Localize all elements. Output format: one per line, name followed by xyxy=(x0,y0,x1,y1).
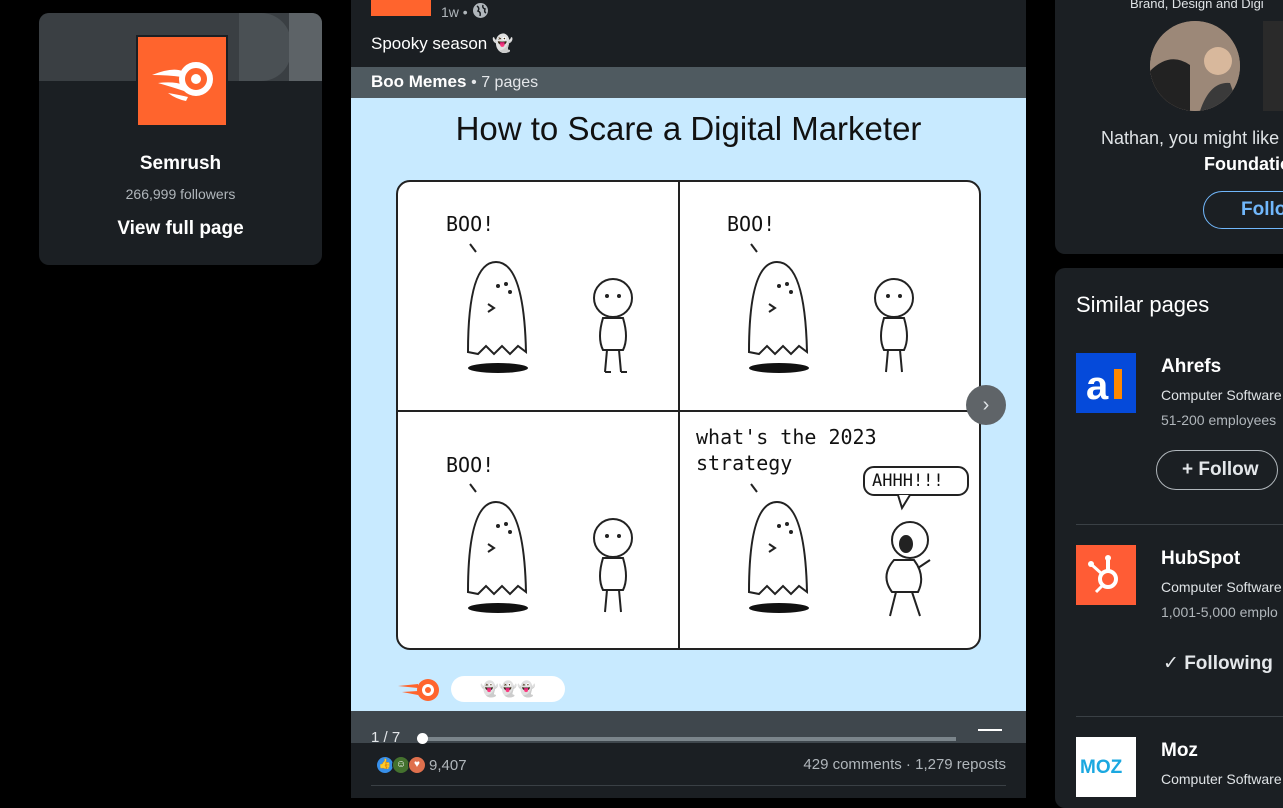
suggestion-text: Nathan, you might like xyxy=(1101,128,1280,148)
ghost-figure xyxy=(466,243,528,373)
panel-4-text: what's the 2023 strategy xyxy=(696,425,877,475)
svg-text:MOZ: MOZ xyxy=(1080,757,1123,778)
checkmark-icon: ✓ xyxy=(1163,653,1185,674)
similar-page-industry: Computer Software xyxy=(1161,771,1282,787)
similar-page-industry: Computer Software xyxy=(1161,387,1282,403)
reactions[interactable]: 👍 ☺ ♥ 9,407 xyxy=(371,756,467,774)
person-figure xyxy=(593,278,633,373)
document-header: Boo Memes • 7 pages xyxy=(351,67,1026,98)
globe-icon xyxy=(472,2,489,22)
panel-1-text: BOO! xyxy=(446,212,495,236)
suggestion-avatar[interactable] xyxy=(1150,21,1240,111)
suggestion-page-name[interactable]: Foundatio xyxy=(1204,154,1283,175)
progress-knob[interactable] xyxy=(417,733,428,744)
fullscreen-icon[interactable] xyxy=(978,729,1002,745)
similar-pages-heading: Similar pages xyxy=(1076,292,1210,317)
next-slide-button[interactable]: › xyxy=(966,385,1006,425)
similar-page-employees: 1,001-5,000 emplo xyxy=(1161,604,1278,620)
view-full-page-link[interactable]: View full page xyxy=(39,218,322,240)
similar-pages-card: Similar pages a Ahrefs Computer Software… xyxy=(1055,268,1283,808)
similar-page-employees: 51-200 employees xyxy=(1161,412,1277,428)
ahrefs-logo-icon[interactable]: a xyxy=(1076,353,1136,413)
love-reaction-icon: ♥ xyxy=(408,756,426,774)
similar-page-name[interactable]: Moz xyxy=(1161,740,1198,762)
similar-divider xyxy=(1076,716,1283,717)
post-meta: 1w • xyxy=(441,2,489,22)
company-card: Semrush 266,999 followers View full page xyxy=(39,13,322,265)
comic-title: How to Scare a Digital Marketer xyxy=(455,110,922,147)
post-time: 1w • xyxy=(441,4,468,20)
panel-3-text: BOO! xyxy=(446,453,495,477)
svg-text:a: a xyxy=(1086,364,1109,408)
follow-ahrefs-button[interactable]: + Follow xyxy=(1156,450,1278,490)
document-title: Boo Memes xyxy=(371,72,467,91)
plus-icon: + xyxy=(1182,459,1199,480)
post-caption: Spooky season 👻 xyxy=(371,34,514,53)
following-hubspot-button[interactable]: ✓ Following xyxy=(1163,652,1273,675)
page-indicator: 1 / 7 xyxy=(371,729,401,746)
suggestion-card: Brand, Design and Digi Nathan, you might… xyxy=(1055,0,1283,254)
similar-divider xyxy=(1076,524,1283,525)
document-pages: • 7 pages xyxy=(471,74,539,91)
hubspot-logo-icon[interactable] xyxy=(1076,545,1136,605)
document-slide[interactable]: How to Scare a Digital Marketer BOO! BOO… xyxy=(351,98,1026,711)
semrush-small-logo-icon xyxy=(396,676,442,704)
company-name[interactable]: Semrush xyxy=(39,153,322,175)
similar-page-name[interactable]: HubSpot xyxy=(1161,548,1240,570)
progress-track[interactable] xyxy=(421,737,956,741)
panel-2-text: BOO! xyxy=(727,212,776,236)
chevron-right-icon: › xyxy=(982,393,990,416)
moz-logo-icon[interactable]: MOZ xyxy=(1076,737,1136,797)
feed-post: 1w • Spooky season 👻 Boo Memes • 7 pages… xyxy=(351,0,1026,798)
semrush-logo-icon[interactable] xyxy=(136,35,228,127)
post-divider xyxy=(371,785,1006,786)
company-followers: 266,999 followers xyxy=(125,186,236,202)
post-author-avatar[interactable] xyxy=(371,0,431,16)
suggestion-topline: Brand, Design and Digi xyxy=(1130,0,1264,11)
slide-progress-bar[interactable]: 1 / 7 xyxy=(351,711,1026,746)
similar-page-industry: Computer Software xyxy=(1161,579,1282,595)
comments-reposts[interactable]: 429 comments · 1,279 reposts xyxy=(803,756,1006,773)
panel-4-scream: AHHH!!! xyxy=(872,471,944,491)
similar-page-name[interactable]: Ahrefs xyxy=(1161,356,1221,378)
suggestion-avatar-2[interactable] xyxy=(1263,21,1283,111)
reaction-count[interactable]: 9,407 xyxy=(429,757,467,774)
suggestion-follow-button[interactable]: Follow xyxy=(1203,191,1283,229)
comic-panels: BOO! BOO! BOO! what's the 2023 strategy … xyxy=(396,180,981,650)
ghost-emoji-pill: 👻👻👻 xyxy=(451,676,565,702)
